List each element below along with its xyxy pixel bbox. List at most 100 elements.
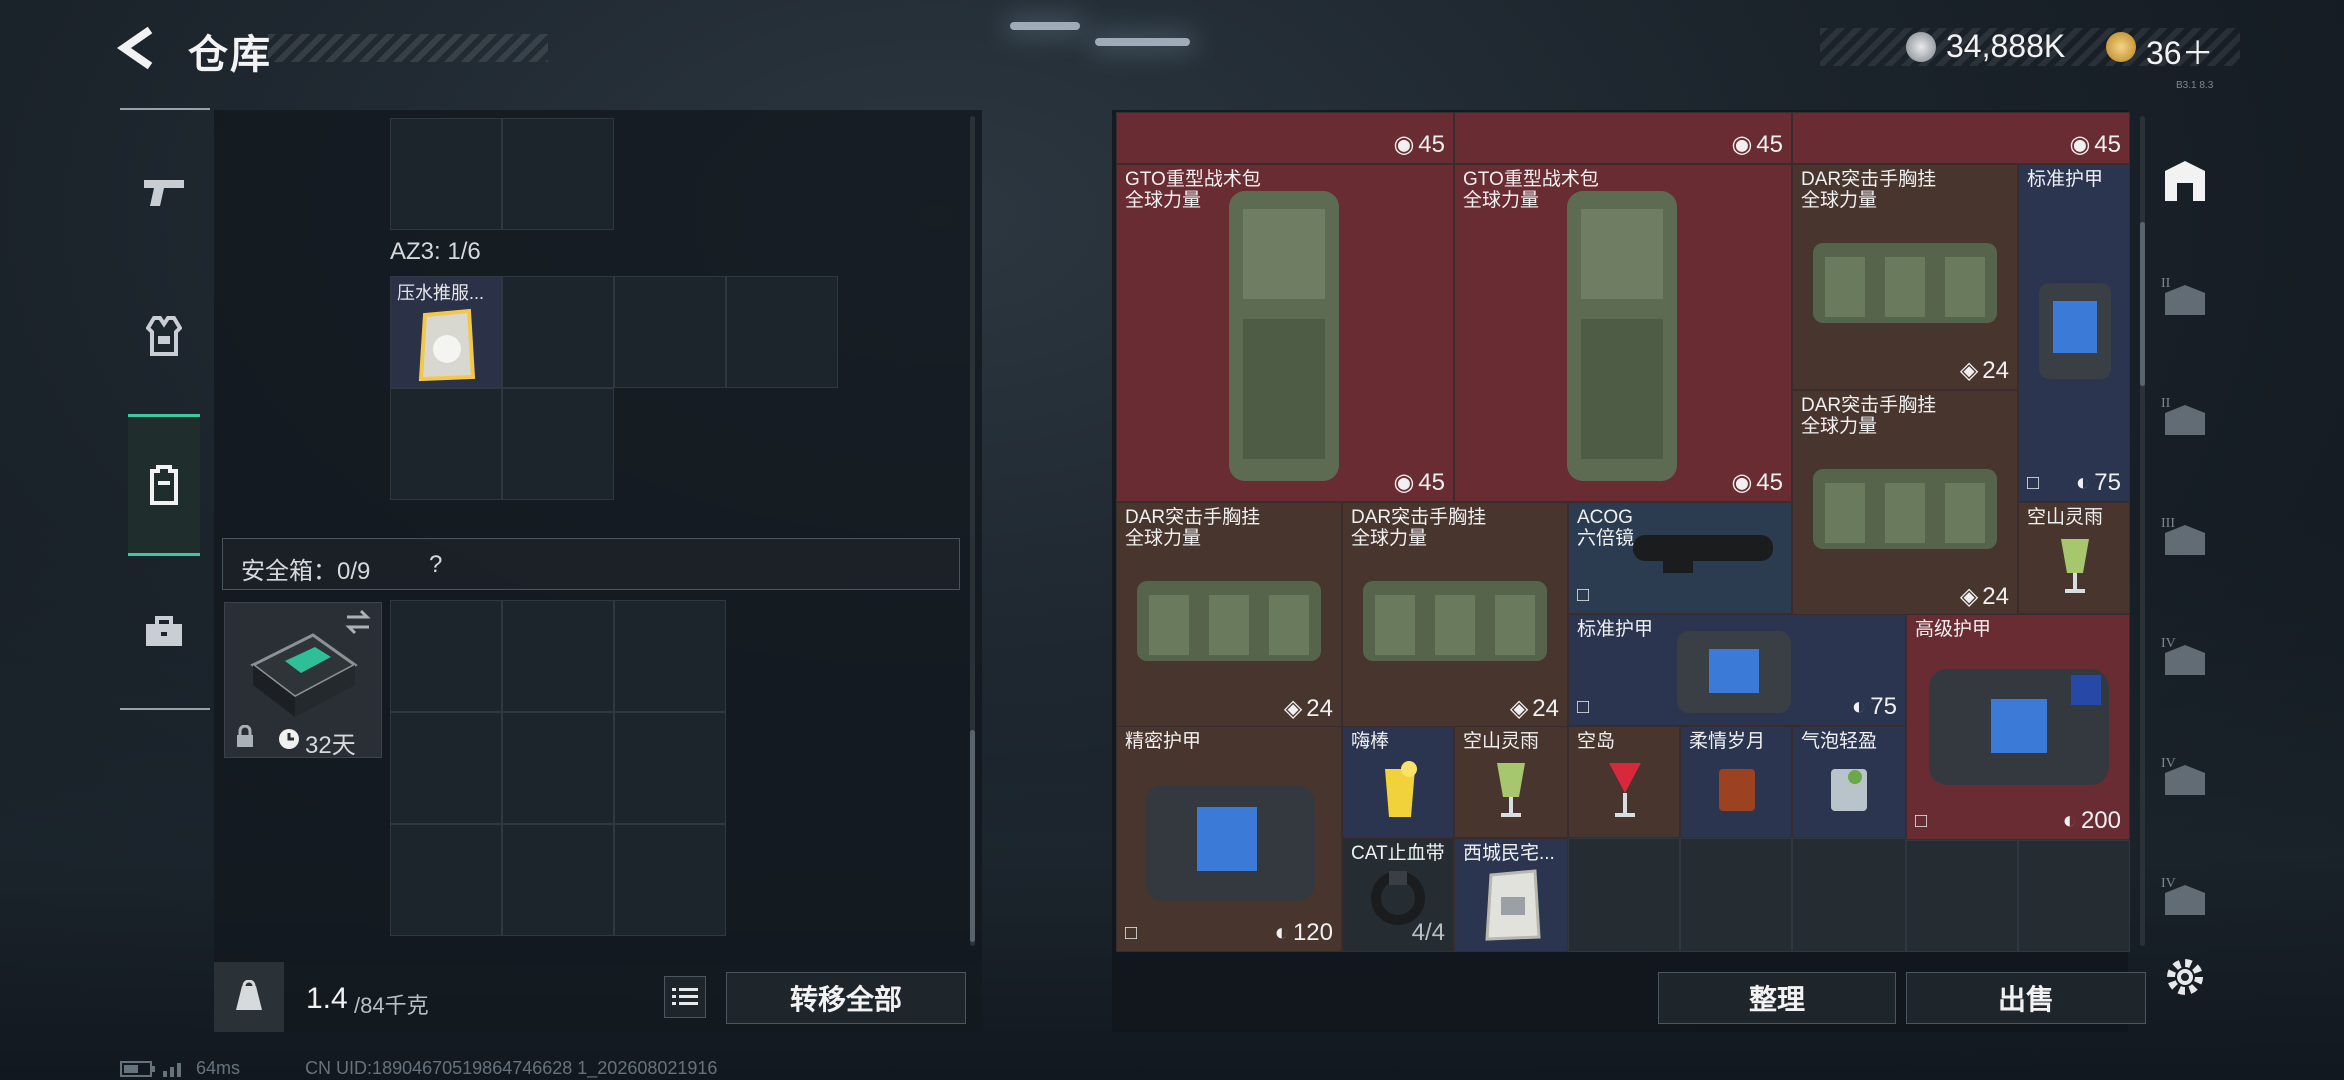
inventory-item[interactable]: 空岛 (1568, 726, 1680, 838)
inventory-item[interactable]: ◉ 45 (1454, 112, 1792, 164)
inventory-item[interactable]: 气泡轻盈 (1792, 726, 1906, 838)
grid-cell[interactable] (1906, 840, 2018, 952)
warehouse-icon: III (2161, 516, 2205, 555)
no-repair-icon: □ (1577, 584, 1590, 606)
inventory-item[interactable]: 嗨棒 (1342, 726, 1454, 838)
sort-button[interactable]: 整理 (1658, 972, 1896, 1024)
right-scrollbar-thumb[interactable] (2140, 222, 2145, 386)
inventory-item[interactable]: GTO重型战术包 全球力量 ◉ 45 (1116, 164, 1454, 502)
warehouse-icon: IV (2161, 636, 2205, 675)
item-count: ◉ 45 (2069, 130, 2121, 159)
left-scrollbar-thumb[interactable] (970, 730, 975, 942)
weight-capacity: /84千克 (354, 993, 429, 1018)
no-repair-icon: □ (2027, 472, 2040, 494)
inventory-item[interactable]: ACOG 六倍镜 □ (1568, 502, 1792, 614)
grid-cell[interactable] (2018, 840, 2130, 952)
grid-cell[interactable] (1680, 838, 1792, 952)
nav-storage[interactable] (2150, 146, 2220, 216)
inventory-item[interactable]: 空山灵雨 (1454, 726, 1568, 838)
currency-amount: 34,888K (1946, 28, 2066, 64)
nav-warehouse-2[interactable]: II (2150, 260, 2220, 330)
nav-briefcase[interactable] (128, 596, 200, 668)
settings-button[interactable] (2150, 942, 2220, 1012)
inventory-item[interactable]: DAR突击手胸挂 全球力量 ◈ 24 (1792, 164, 2018, 390)
inventory-item[interactable]: 柔情岁月 (1680, 726, 1792, 838)
grid-cell[interactable] (502, 388, 614, 500)
inventory-item[interactable]: GTO重型战术包 全球力量 ◉ 45 (1454, 164, 1792, 502)
container-label: AZ3: 1/6 (390, 238, 481, 265)
grid-cell[interactable] (614, 600, 726, 712)
grid-cell[interactable] (390, 388, 502, 500)
ceiling-lamp (1095, 38, 1190, 46)
item-name: 西城民宅... (1463, 843, 1555, 864)
grid-cell[interactable] (502, 824, 614, 936)
grid-cell[interactable] (1792, 838, 1906, 952)
grid-cell[interactable] (614, 276, 726, 388)
grid-cell[interactable] (390, 824, 502, 936)
list-view-button[interactable] (664, 976, 706, 1018)
nav-warehouse-2b[interactable]: II (2150, 380, 2220, 450)
grid-cell[interactable] (502, 276, 614, 388)
coin-icon (1906, 32, 1936, 62)
inventory-item[interactable]: DAR突击手胸挂 全球力量 ◈ 24 (1792, 390, 2018, 616)
safe-box-header: 安全箱：0/9 ? (222, 538, 960, 590)
inventory-item[interactable]: DAR突击手胸挂 全球力量 ◈ 24 (1116, 502, 1342, 728)
grid-cell[interactable] (390, 118, 502, 230)
capacity-icon: ◉ (1393, 469, 1415, 496)
inventory-item[interactable]: 标准护甲 □ ◐ 75 (1568, 614, 1906, 726)
nav-weapons[interactable] (128, 156, 200, 228)
battery-icon (120, 1061, 155, 1078)
safe-box-days: 32天 (305, 732, 356, 759)
back-button[interactable] (116, 26, 156, 70)
bag-item-icon (418, 308, 476, 382)
inventory-item[interactable]: 标准护甲 □ ◐ 75 (2018, 164, 2130, 502)
item-name: 高级护甲 (1915, 619, 1992, 640)
grid-cell[interactable] (1568, 838, 1680, 952)
swap-icon[interactable] (343, 609, 373, 635)
grid-cell[interactable] (614, 712, 726, 824)
grid-cell[interactable] (502, 118, 614, 230)
item-count: ◈ 24 (1283, 694, 1333, 723)
inventory-item[interactable]: ◉ 45 (1792, 112, 2130, 164)
help-icon[interactable]: ? (429, 551, 442, 579)
svg-text:IV: IV (2161, 756, 2176, 771)
inventory-item[interactable]: DAR突击手胸挂 全球力量 ◈ 24 (1342, 502, 1568, 728)
item-count: ◈ 24 (1509, 694, 1559, 723)
grid-cell[interactable] (614, 824, 726, 936)
nav-divider (120, 708, 210, 710)
nav-armor[interactable] (128, 300, 200, 372)
inventory-item[interactable]: 西城民宅... (1454, 838, 1568, 952)
grid-cell[interactable] (390, 712, 502, 824)
gear-icon (2167, 959, 2203, 995)
inventory-item[interactable]: CAT止血带 4/4 (1342, 838, 1454, 952)
item-name: 空岛 (1577, 731, 1616, 752)
grid-cell[interactable] (502, 712, 614, 824)
durability-icon: ◐ (2075, 469, 2091, 496)
nav-warehouse-3[interactable]: III (2150, 500, 2220, 570)
inventory-item[interactable]: 空山灵雨 (2018, 502, 2130, 614)
transfer-all-button[interactable]: 转移全部 (726, 972, 966, 1024)
token-amount[interactable]: 36＋ (2146, 28, 2214, 74)
inventory-item[interactable]: 高级护甲 □ ◐ 200 (1906, 614, 2130, 840)
grid-cell[interactable] (390, 600, 502, 712)
inventory-item[interactable]: ◉ 45 (1116, 112, 1454, 164)
backpack-item-icon (1229, 191, 1339, 481)
grid-cell[interactable] (726, 276, 838, 388)
safe-box-item[interactable]: 32天 (224, 602, 382, 759)
item-name: 嗨棒 (1351, 731, 1390, 752)
item-name: CAT止血带 (1351, 843, 1445, 864)
storage-icon (2165, 161, 2205, 201)
sell-button[interactable]: 出售 (1906, 972, 2146, 1024)
inventory-item[interactable]: 精密护甲 □ ◐ 120 (1116, 726, 1342, 952)
item-count: ◐ 75 (1851, 693, 1897, 720)
grid-cell[interactable] (502, 600, 614, 712)
item-count: ◐ 75 (2075, 469, 2121, 496)
container-item[interactable]: 压水推服... (390, 276, 502, 388)
chest-rig-icon (1813, 243, 1997, 323)
status-bar: 64ms CN UID:18904670519864746628 1_20260… (120, 1058, 717, 1079)
armor-icon (1677, 631, 1791, 713)
nav-warehouse-4b[interactable]: IV (2150, 740, 2220, 810)
nav-backpack[interactable] (128, 414, 200, 556)
nav-warehouse-4c[interactable]: IV (2150, 860, 2220, 930)
nav-warehouse-4[interactable]: IV (2150, 620, 2220, 690)
